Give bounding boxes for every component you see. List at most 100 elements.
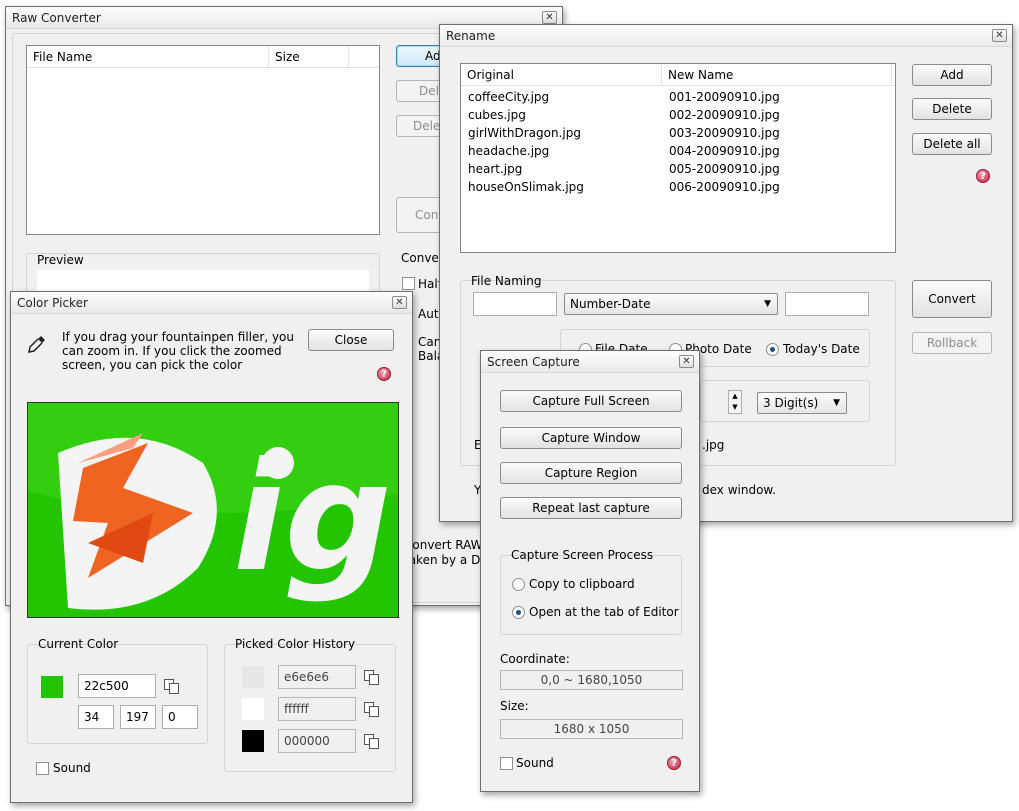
help-icon[interactable]: ? [976, 169, 990, 183]
screen-capture-titlebar[interactable]: Screen Capture [481, 351, 699, 373]
table-row[interactable]: cubes.jpg 002-20090910.jpg [461, 108, 895, 126]
file-naming-label: File Naming [471, 274, 542, 288]
preview-group: Preview [26, 253, 380, 293]
capture-window-button[interactable]: Capture Window [500, 427, 682, 449]
chevron-down-icon: ▼ [764, 299, 771, 309]
example-value: .jpg [702, 438, 725, 452]
sound-checkbox[interactable] [500, 757, 513, 770]
raw-file-list[interactable]: File Name Size [26, 45, 380, 235]
instruction-line-3: screen, you can pick the color [62, 358, 243, 372]
color-history-label: Picked Color History [235, 637, 356, 651]
window-title: Screen Capture [487, 355, 580, 369]
original-name-cell: heart.jpg [468, 162, 523, 176]
table-row[interactable]: houseOnSlimak.jpg 006-20090910.jpg [461, 180, 895, 198]
table-row[interactable]: headache.jpg 004-20090910.jpg [461, 144, 895, 162]
history-color-swatch[interactable] [242, 698, 264, 720]
open-in-editor-label: Open at the tab of Editor [529, 605, 679, 619]
rename-file-list[interactable]: Original New Name coffeeCity.jpg 001-2009… [460, 63, 896, 253]
preview-area [37, 270, 369, 292]
capture-region-button[interactable]: Capture Region [500, 462, 682, 484]
eyedropper-icon[interactable] [27, 334, 47, 354]
table-row[interactable]: coffeeCity.jpg 001-20090910.jpg [461, 90, 895, 108]
instruction-line-2: can zoom in. If you click the zoomed [62, 344, 282, 358]
new-name-cell: 003-20090910.jpg [669, 126, 780, 140]
digits-select-value: 3 Digit(s) [763, 396, 819, 410]
naming-select[interactable]: Number-Date ▼ [564, 293, 778, 315]
capture-process-group: Capture Screen Process [500, 548, 682, 635]
copy-icon[interactable] [364, 702, 379, 717]
close-icon[interactable]: ✕ [392, 296, 407, 309]
hex-input[interactable]: 22c500 [78, 674, 156, 698]
copy-icon[interactable] [164, 679, 179, 694]
new-name-cell: 004-20090910.jpg [669, 144, 780, 158]
red-input[interactable]: 34 [78, 705, 114, 729]
size-value: 1680 x 1050 [500, 719, 683, 739]
prefix-input[interactable] [473, 292, 557, 316]
new-name-cell: 001-20090910.jpg [669, 90, 780, 104]
window-title: Raw Converter [12, 11, 101, 25]
history-hex-value: 000000 [278, 729, 356, 753]
digits-select[interactable]: 3 Digit(s) ▼ [757, 392, 847, 414]
coordinate-value: 0,0 ~ 1680,1050 [500, 670, 683, 690]
window-title: Rename [446, 29, 496, 43]
copy-icon[interactable] [364, 670, 379, 685]
help-icon[interactable]: ? [667, 756, 681, 770]
new-name-cell: 005-20090910.jpg [669, 162, 780, 176]
rename-titlebar[interactable]: Rename [440, 25, 1012, 47]
preview-label: Preview [37, 253, 84, 267]
close-icon[interactable]: ✕ [992, 29, 1007, 42]
color-picker-titlebar[interactable]: Color Picker [11, 292, 412, 314]
green-input[interactable]: 197 [120, 705, 156, 729]
sound-label: Sound [53, 761, 91, 775]
capture-process-label: Capture Screen Process [511, 548, 654, 562]
zoom-preview[interactable]: ig [27, 402, 399, 618]
column-file-name[interactable]: File Name [27, 46, 269, 68]
suffix-input[interactable] [785, 292, 869, 316]
color-picker-close-button[interactable]: Close [308, 329, 394, 351]
rename-delete-all-button[interactable]: Delete all [912, 133, 992, 155]
capture-full-screen-button[interactable]: Capture Full Screen [500, 390, 682, 412]
help-icon[interactable]: ? [377, 367, 391, 381]
close-icon[interactable]: ✕ [542, 11, 557, 24]
original-name-cell: girlWithDragon.jpg [468, 126, 581, 140]
open-in-editor-radio[interactable] [512, 606, 525, 619]
new-name-cell: 002-20090910.jpg [669, 108, 780, 122]
instruction-line-1: If you drag your fountainpen filler, you [62, 330, 294, 344]
column-new-name[interactable]: New Name [662, 64, 892, 86]
copy-icon[interactable] [364, 734, 379, 749]
screen-capture-window: Screen Capture ✕ Capture Full Screen Cap… [480, 350, 700, 792]
rename-convert-button[interactable]: Convert [912, 280, 992, 318]
table-row[interactable]: heart.jpg 005-20090910.jpg [461, 162, 895, 180]
current-color-label: Current Color [38, 637, 119, 651]
original-name-cell: coffeeCity.jpg [468, 90, 550, 104]
repeat-last-capture-button[interactable]: Repeat last capture [500, 497, 682, 519]
rollback-button[interactable]: Rollback [912, 332, 992, 354]
number-spinner[interactable]: ▲ ▼ [728, 390, 742, 414]
todays-date-label: Today's Date [783, 342, 860, 356]
color-picker-window: Color Picker ✕ If you drag your fountain… [10, 291, 413, 803]
original-name-cell: cubes.jpg [468, 108, 526, 122]
sound-label: Sound [516, 756, 554, 770]
list-header: Original New Name [461, 64, 895, 86]
new-name-cell: 006-20090910.jpg [669, 180, 780, 194]
half-checkbox[interactable] [402, 277, 415, 290]
zoomed-letters: ig [233, 431, 392, 605]
close-icon[interactable]: ✕ [679, 355, 694, 368]
current-color-swatch [41, 676, 63, 698]
table-row[interactable]: girlWithDragon.jpg 003-20090910.jpg [461, 126, 895, 144]
rename-add-button[interactable]: Add [912, 64, 992, 86]
size-label: Size: [500, 699, 529, 713]
rename-delete-button[interactable]: Delete [912, 98, 992, 120]
naming-select-value: Number-Date [570, 297, 651, 311]
history-color-swatch[interactable] [242, 730, 264, 752]
history-color-swatch[interactable] [242, 666, 264, 688]
original-name-cell: headache.jpg [468, 144, 550, 158]
blue-input[interactable]: 0 [162, 705, 198, 729]
original-name-cell: houseOnSlimak.jpg [468, 180, 584, 194]
copy-to-clipboard-radio[interactable] [512, 578, 525, 591]
sound-checkbox[interactable] [36, 762, 49, 775]
list-header: File Name Size [27, 46, 379, 68]
column-original[interactable]: Original [461, 64, 662, 86]
todays-date-radio[interactable] [766, 343, 779, 356]
column-size[interactable]: Size [269, 46, 349, 68]
